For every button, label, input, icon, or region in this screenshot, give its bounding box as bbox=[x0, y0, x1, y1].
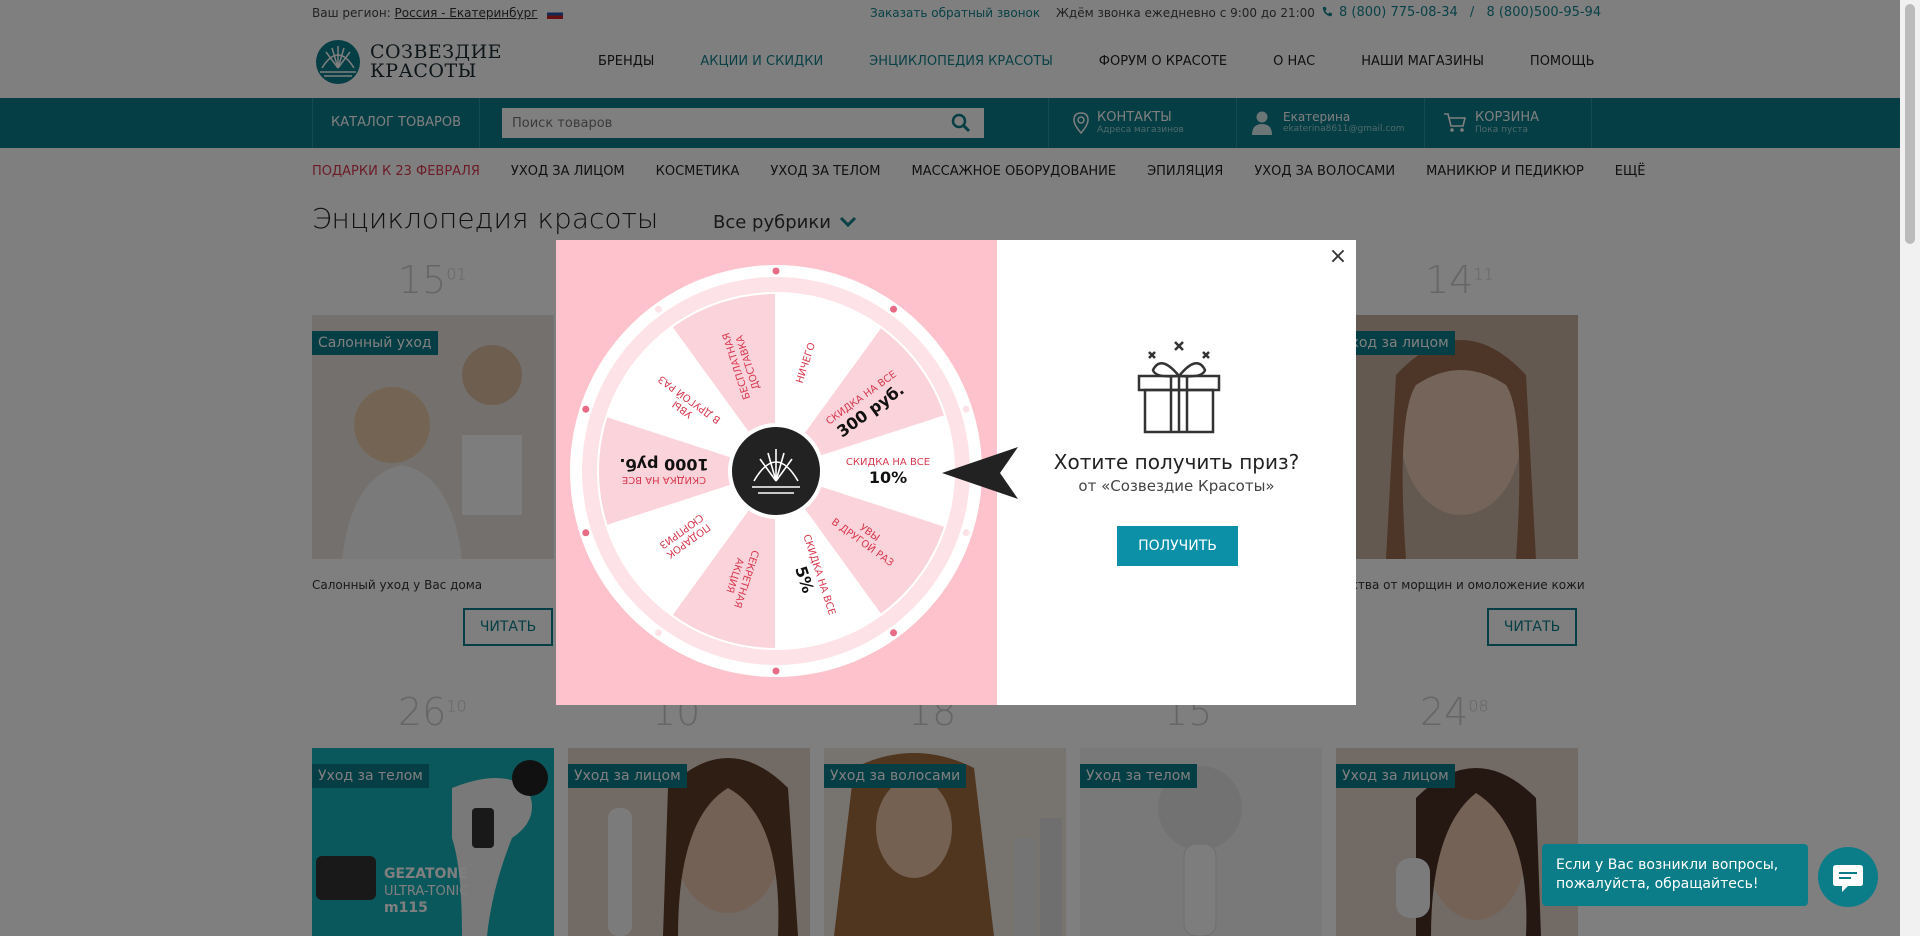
wheel-rim-dot bbox=[654, 629, 662, 637]
chat-bubble[interactable]: Если у Вас возникли вопросы, пожалуйста,… bbox=[1542, 844, 1808, 906]
wheel-segment-line-2: 1000 руб. bbox=[619, 455, 708, 474]
wheel-segment-line-1: СКИДКА НА ВСЕ bbox=[622, 474, 706, 485]
wheel-rim-dot bbox=[772, 667, 780, 675]
prize-question: Хотите получить приз? bbox=[1053, 450, 1300, 474]
wheel-rim-dot bbox=[582, 405, 590, 413]
prize-subtitle: от «Созвездие Красоты» bbox=[1078, 477, 1275, 495]
wheel-rim-dot bbox=[890, 305, 898, 313]
prize-modal: СКИДКА НА ВСЕ 10% УВЫ В ДРУГОЙ РАЗ СКИДКА НА… bbox=[556, 240, 1356, 705]
wheel-panel: СКИДКА НА ВСЕ 10% УВЫ В ДРУГОЙ РАЗ СКИДКА НА… bbox=[556, 240, 1018, 705]
get-prize-button[interactable]: ПОЛУЧИТЬ bbox=[1117, 526, 1238, 566]
fortune-wheel[interactable]: СКИДКА НА ВСЕ10%УВЫВ ДРУГОЙ РАЗСКИДКА НА… bbox=[568, 263, 984, 679]
wheel-rim-dot bbox=[772, 267, 780, 275]
scrollbar[interactable] bbox=[1900, 0, 1920, 936]
wheel-rim-dot bbox=[962, 405, 970, 413]
wheel-rim-dot bbox=[890, 629, 898, 637]
wheel-segment-line-1: СКИДКА НА ВСЕ bbox=[846, 457, 930, 468]
wheel-rim-dot bbox=[962, 529, 970, 537]
scrollbar-thumb[interactable] bbox=[1905, 4, 1915, 244]
gift-icon bbox=[1137, 341, 1221, 434]
chat-icon bbox=[1833, 865, 1863, 892]
close-icon[interactable]: × bbox=[1327, 246, 1349, 268]
wheel-segment-label: СКИДКА НА ВСЕ1000 руб. bbox=[619, 455, 708, 485]
wheel-rim-dot bbox=[654, 305, 662, 313]
wheel-rim-dot bbox=[582, 529, 590, 537]
wheel-segment-line-2: 10% bbox=[869, 468, 907, 487]
chat-button[interactable] bbox=[1818, 847, 1878, 907]
